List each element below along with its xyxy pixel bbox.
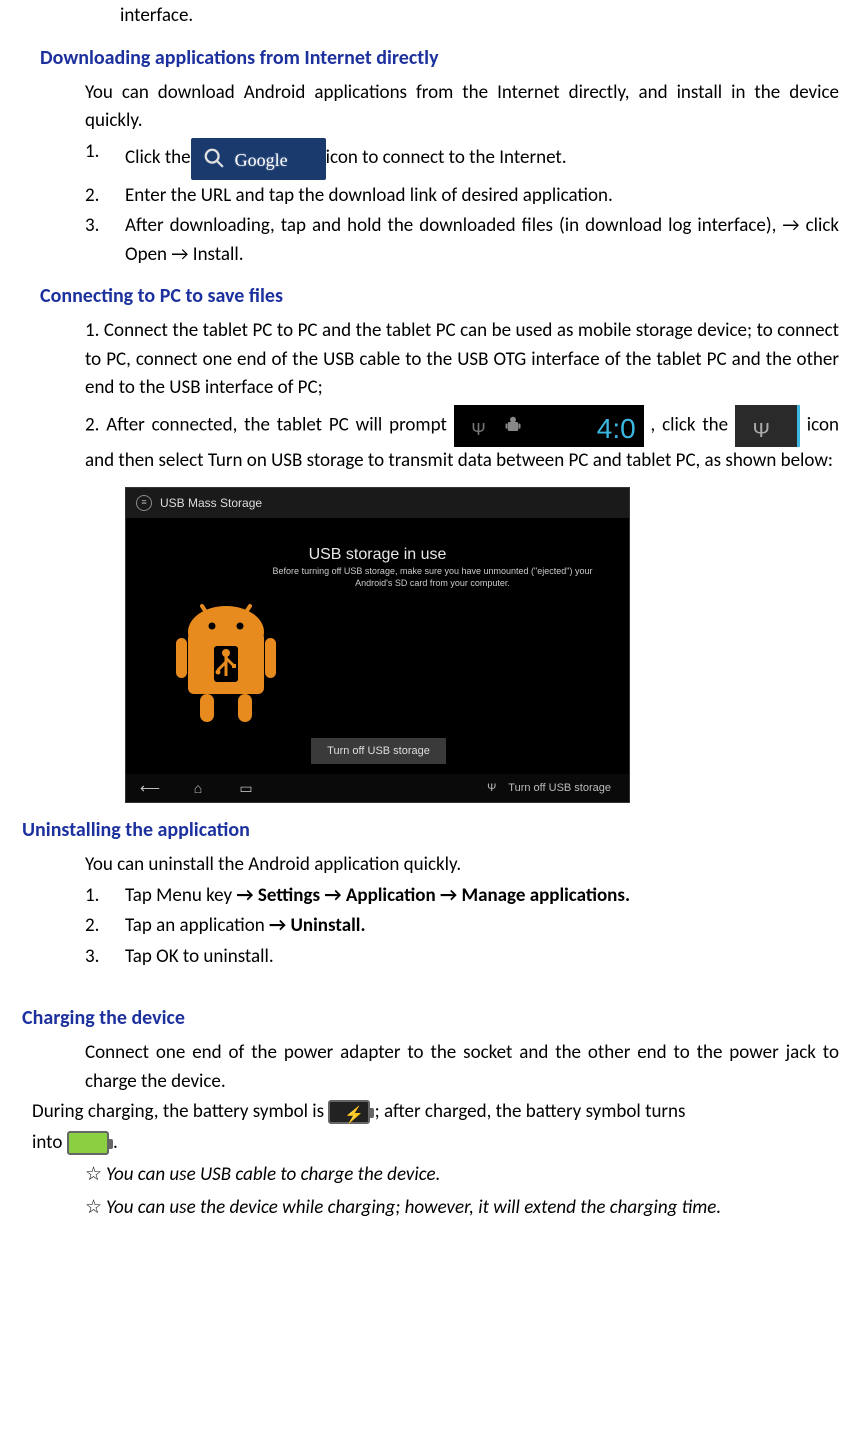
uninstall-step-3: 3. Tap OK to uninstall. [85,943,839,972]
heading-connect-pc: Connecting to PC to save files [40,281,864,311]
step1-text-a: Click the [125,144,191,173]
star-icon: ☆ [85,1196,102,1219]
android-icon [504,415,522,437]
usb-notification-icon: Ψ [735,405,800,447]
back-icon: ⟵ [126,778,174,799]
heading-charging: Charging the device [22,1003,864,1033]
storage-icon: ≡ [136,495,152,511]
download-intro: You can download Android applications fr… [85,79,839,136]
charging-note-1: ☆You can use USB cable to charge the dev… [85,1161,839,1190]
usb-icon: Ψ [472,416,486,443]
star-icon: ☆ [85,1163,102,1186]
google-search-icon: Google [191,138,326,180]
google-label: Google [235,147,288,174]
screenshot-navbar: ⟵ ⌂ ▭ Ψ Turn off USB storage [126,774,629,802]
nav-turn-off-label: Turn off USB storage [508,780,611,797]
turn-off-usb-button: Turn off USB storage [311,738,446,764]
screenshot-title: USB storage in use [126,543,629,567]
download-step-3: 3. After downloading, tap and hold the d… [85,212,839,269]
charging-intro: Connect one end of the power adapter to … [85,1039,839,1096]
screenshot-subtitle: Before turning off USB storage, make sur… [256,566,609,589]
search-icon [203,147,225,169]
battery-charging-icon: ⚡ [328,1100,370,1124]
download-step-2: 2. Enter the URL and tap the download li… [85,182,839,211]
heading-download: Downloading applications from Internet d… [40,43,864,73]
battery-full-icon [67,1131,109,1155]
usb-icon: Ψ [753,413,770,446]
step1-text-b: icon to connect to the Internet. [326,144,567,173]
usb-storage-screenshot: ≡ USB Mass Storage USB storage in use Be… [125,487,630,803]
charging-during: During charging, the battery symbol is ⚡… [32,1098,839,1127]
uninstall-step-2: 2. Tap an application → Uninstall. [85,912,839,941]
charging-note-2: ☆You can use the device while charging; … [85,1194,839,1223]
heading-uninstall: Uninstalling the application [22,815,864,845]
status-time: 4:0 [597,408,636,450]
connectpc-para1: 1. Connect the tablet PC to PC and the t… [85,317,839,403]
download-step-1: 1. Click the Google icon to connect to t… [85,138,839,180]
charging-into: into . [32,1129,839,1158]
fragment-top: interface. [120,2,839,31]
uninstall-step-1: 1. Tap Menu key → Settings → Application… [85,882,839,911]
uninstall-intro: You can uninstall the Android applicatio… [85,851,839,880]
screenshot-topbar: ≡ USB Mass Storage [126,488,629,518]
recent-icon: ▭ [222,778,270,799]
status-bar-image: Ψ 4:0 [454,405,644,447]
android-usb-icon [156,598,296,738]
connectpc-para2: 2. After connected, the tablet PC will p… [85,405,839,476]
home-icon: ⌂ [174,778,222,799]
usb-icon: Ψ [487,780,496,797]
